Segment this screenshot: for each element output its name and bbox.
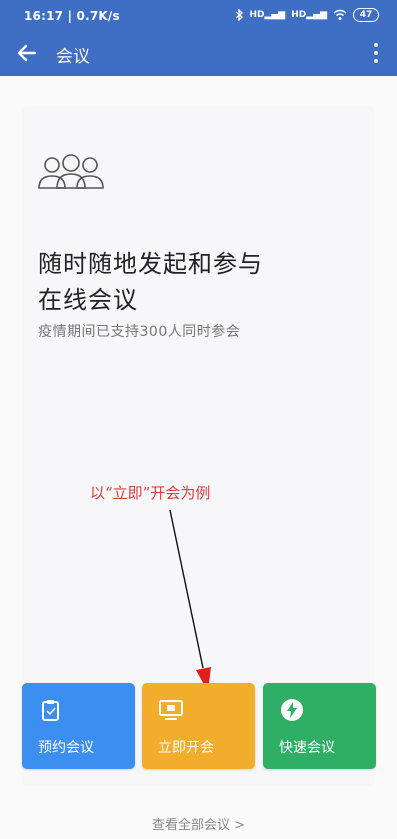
- capacity-note: 疫情期间已支持300人同时参会: [38, 324, 241, 340]
- signal-icon: HD▂▄▆: [249, 10, 286, 20]
- status-time-speed: 16:17 | 0.7K/s: [24, 9, 120, 23]
- start-meeting-button[interactable]: 立即开会: [142, 683, 255, 769]
- people-group-icon: [38, 154, 104, 189]
- signal-label-2: HD: [291, 10, 307, 20]
- headline-line-2: 在线会议: [38, 286, 138, 314]
- tutorial-annotation: 以“立即”开会为例: [90, 484, 211, 502]
- signal-icon-2: HD▂▄▆: [291, 10, 327, 20]
- lightning-icon: [281, 699, 303, 721]
- app-header: 16:17 | 0.7K/s HD▂▄▆ HD▂▄▆ 47 会议: [0, 0, 397, 76]
- headline: 随时随地发起和参与 在线会议: [38, 246, 358, 318]
- book-meeting-button[interactable]: 预约会议: [22, 683, 135, 769]
- more-menu-icon[interactable]: [371, 41, 381, 65]
- bluetooth-icon: [236, 9, 244, 21]
- signal-label-1: HD: [249, 10, 265, 20]
- quick-meeting-button[interactable]: 快速会议: [263, 683, 376, 769]
- status-icons: HD▂▄▆ HD▂▄▆ 47: [235, 8, 379, 22]
- start-meeting-label: 立即开会: [158, 740, 214, 756]
- quick-meeting-label: 快速会议: [279, 740, 335, 756]
- wifi-icon: [333, 9, 347, 20]
- page-title: 会议: [56, 47, 90, 67]
- view-all-meetings-link[interactable]: 查看全部会议 >: [0, 814, 397, 833]
- book-meeting-label: 预约会议: [38, 740, 94, 756]
- battery-icon: 47: [353, 8, 379, 22]
- headline-line-1: 随时随地发起和参与: [38, 250, 263, 278]
- monitor-icon: [159, 700, 183, 720]
- calendar-clipboard-icon: [42, 700, 59, 721]
- app-bar: 会议: [0, 30, 397, 76]
- status-bar: 16:17 | 0.7K/s HD▂▄▆ HD▂▄▆ 47: [0, 0, 397, 30]
- back-arrow-icon[interactable]: [14, 40, 40, 66]
